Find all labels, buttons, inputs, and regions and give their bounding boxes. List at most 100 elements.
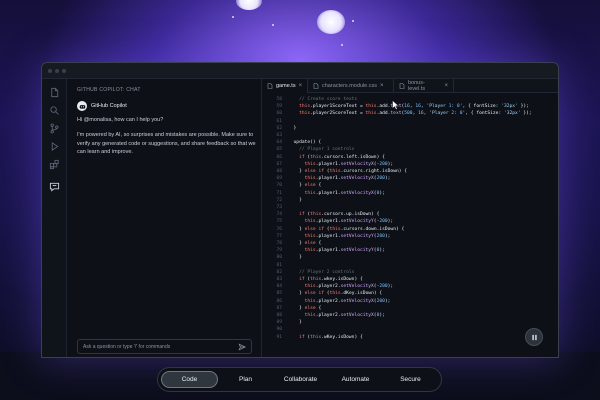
nav-collaborate[interactable]: Collaborate xyxy=(273,371,328,388)
line-number: 65 xyxy=(276,147,282,153)
search-icon[interactable] xyxy=(49,105,60,116)
line-number: 58 xyxy=(276,97,282,102)
line-number: 73 xyxy=(276,205,282,210)
editor-window: GITHUB COPILOT: CHAT GitHub Copilot Hi @… xyxy=(41,62,559,358)
activity-bar xyxy=(42,79,67,357)
code-text: this.player1.setVelocityX(0); xyxy=(304,190,385,196)
code-text: if (this.wkey.isDown) { xyxy=(299,277,363,282)
editor-tab-bar: game.ts × characters.module.css × bonus-… xyxy=(262,79,558,93)
sparkle xyxy=(341,44,343,46)
close-icon[interactable]: × xyxy=(299,83,303,89)
code-text: } else if (this.dKey.isDown) { xyxy=(288,291,383,297)
nav-secure[interactable]: Secure xyxy=(383,371,438,388)
files-icon[interactable] xyxy=(49,87,60,98)
window-dot[interactable] xyxy=(48,69,52,73)
nav-automate[interactable]: Automate xyxy=(328,371,383,388)
code-text: } xyxy=(288,197,302,203)
chat-input[interactable] xyxy=(83,343,233,351)
code-text: } else { xyxy=(288,183,322,189)
line-number: 70 xyxy=(276,183,282,189)
chat-message-header: GitHub Copilot xyxy=(77,101,127,111)
line-number: 78 xyxy=(276,241,282,246)
line-number: 68 xyxy=(276,169,282,174)
glow-orb-right xyxy=(317,10,345,34)
chat-panel-title: GITHUB COPILOT: CHAT xyxy=(77,87,141,93)
file-icon xyxy=(267,83,273,89)
code-text: this.player1.setVelocityY(0); xyxy=(304,248,385,254)
pause-button[interactable] xyxy=(525,328,543,346)
tab-label: bonus-level.ts xyxy=(408,80,426,92)
nav-plan[interactable]: Plan xyxy=(218,371,273,388)
tab-characters-module-css[interactable]: characters.module.css × xyxy=(308,79,394,93)
chat-greeting: Hi @monalisa, how can I help you? xyxy=(77,117,164,123)
line-number: 79 xyxy=(276,248,282,254)
file-icon xyxy=(399,83,405,89)
window-dot[interactable] xyxy=(55,69,59,73)
extensions-icon[interactable] xyxy=(49,159,60,170)
code-text: } else { xyxy=(288,305,322,311)
code-text: } xyxy=(288,255,302,261)
line-number: 80 xyxy=(276,255,282,261)
line-number: 72 xyxy=(276,197,282,203)
code-text: if (this.cursors.left.isDown) { xyxy=(299,154,385,160)
code-text: } xyxy=(288,320,302,326)
send-icon[interactable] xyxy=(238,343,246,351)
feature-nav: Code Plan Collaborate Automate Secure xyxy=(157,367,442,392)
line-number: 76 xyxy=(276,226,282,232)
code-text: } else if (this.cursors.down.isDown) { xyxy=(288,226,405,232)
line-number: 69 xyxy=(276,176,282,182)
run-debug-icon[interactable] xyxy=(49,141,60,152)
code-text: } xyxy=(288,125,297,131)
code-text: // Player 2 controls xyxy=(288,269,355,275)
line-number: 85 xyxy=(276,291,282,297)
chat-sender-name: GitHub Copilot xyxy=(91,103,127,109)
sparkle xyxy=(352,20,354,22)
line-number: 60 xyxy=(276,111,282,117)
window-dot[interactable] xyxy=(62,69,66,73)
line-number: 62 xyxy=(276,125,282,131)
code-text: // Create score texts xyxy=(288,97,358,102)
code-text: // Player 1 controls xyxy=(288,147,355,153)
line-number: 74 xyxy=(276,212,282,218)
close-icon[interactable]: × xyxy=(380,83,384,89)
code-text: if (this.wKey.isDown) { xyxy=(299,334,363,340)
chat-disclaimer: I'm powered by AI, so surprises and mist… xyxy=(77,132,256,155)
pause-icon xyxy=(531,334,538,341)
code-text: this.player2.setVelocityX(200); xyxy=(304,298,391,304)
line-number: 90 xyxy=(276,327,282,333)
tab-bonus-level-ts[interactable]: bonus-level.ts × xyxy=(394,79,454,93)
nav-code[interactable]: Code xyxy=(161,371,218,388)
line-number: 75 xyxy=(276,219,282,225)
line-number: 82 xyxy=(276,269,282,275)
file-icon xyxy=(313,83,319,89)
line-number: 71 xyxy=(276,190,282,196)
copilot-chat-icon[interactable] xyxy=(49,181,60,192)
code-text: this.player2ScoreText = this.add.text(50… xyxy=(299,111,532,117)
line-number: 66 xyxy=(276,154,282,160)
line-number: 77 xyxy=(276,233,282,239)
line-number: 61 xyxy=(276,118,282,124)
line-number: 64 xyxy=(276,140,282,146)
tab-game-ts[interactable]: game.ts × xyxy=(262,79,308,93)
code-text: this.player1ScoreText = this.add.text(16… xyxy=(299,104,529,110)
code-text: this.player1.setVelocityY(-200); xyxy=(304,219,394,225)
line-number: 59 xyxy=(276,104,282,110)
code-text: } else if (this.cursors.right.isDown) { xyxy=(288,169,408,174)
code-text: this.player1.setVelocityX(-200); xyxy=(304,161,394,167)
line-number: 84 xyxy=(276,284,282,290)
code-text: update() { xyxy=(288,140,322,146)
code-editor: game.ts × characters.module.css × bonus-… xyxy=(262,79,558,357)
line-number: 63 xyxy=(276,133,282,138)
close-icon[interactable]: × xyxy=(444,83,448,89)
code-text: if (this.cursors.up.isDown) { xyxy=(299,212,380,218)
line-number: 91 xyxy=(276,334,282,340)
line-number: 83 xyxy=(276,277,282,282)
chat-input-box xyxy=(77,339,252,354)
code-text: this.player1.setVelocityY(200); xyxy=(304,233,391,239)
title-bar xyxy=(42,63,558,79)
mouse-pointer-icon xyxy=(392,100,400,110)
code-area[interactable]: 58 // Create score texts 59 this.player1S… xyxy=(262,93,558,357)
source-control-icon[interactable] xyxy=(49,123,60,134)
sparkle xyxy=(232,16,234,18)
line-number: 89 xyxy=(276,320,282,326)
